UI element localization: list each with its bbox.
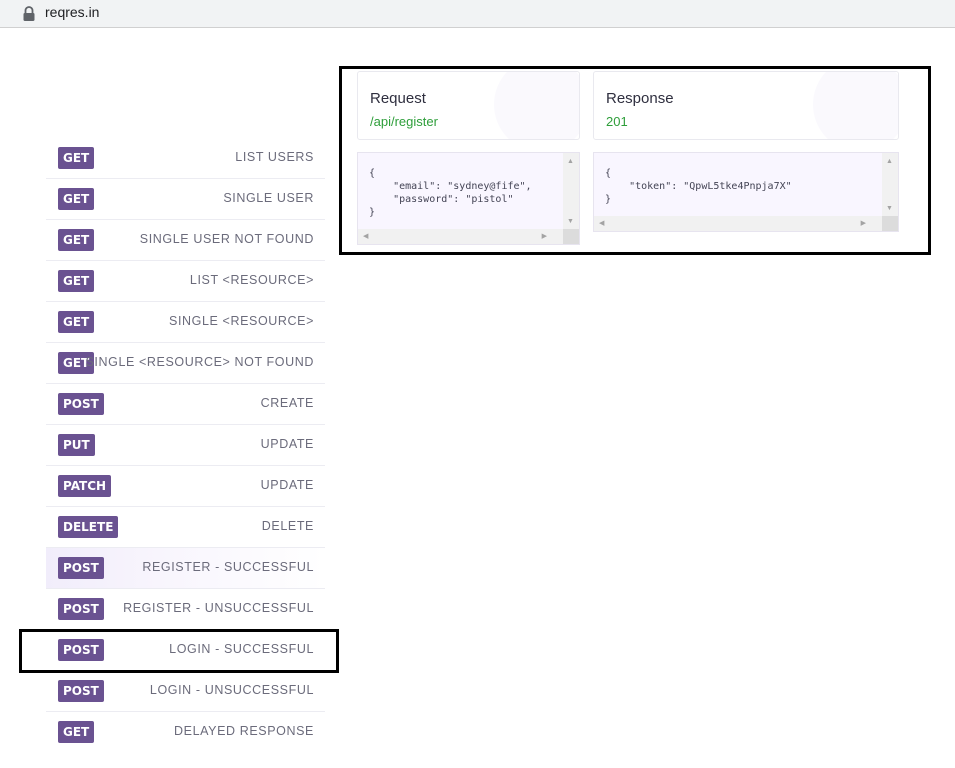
address-bar[interactable]: reqres.in [0, 0, 955, 28]
endpoint-label: REGISTER - SUCCESSFUL [142, 560, 314, 574]
endpoint-item[interactable]: PUT UPDATE [46, 425, 325, 466]
endpoint-item[interactable]: GET LIST USERS [46, 138, 325, 179]
method-badge: POST [58, 598, 104, 620]
method-badge: GET [58, 147, 95, 169]
endpoint-item-active[interactable]: POST REGISTER - SUCCESSFUL [46, 548, 325, 589]
endpoint-item[interactable]: GET SINGLE USER NOT FOUND [46, 220, 325, 261]
method-badge: PATCH [58, 475, 112, 497]
endpoint-label: SINGLE <RESOURCE> NOT FOUND [85, 355, 314, 369]
endpoint-label: LOGIN - UNSUCCESSFUL [149, 683, 314, 697]
endpoint-label: SINGLE <RESOURCE> [169, 314, 314, 328]
highlight-box [339, 66, 931, 255]
method-badge: GET [58, 721, 95, 743]
endpoint-label: REGISTER - UNSUCCESSFUL [123, 601, 314, 615]
method-badge: POST [58, 393, 104, 415]
endpoint-item[interactable]: POST REGISTER - UNSUCCESSFUL [46, 589, 325, 630]
method-badge: GET [58, 311, 95, 333]
method-badge: POST [58, 680, 104, 702]
endpoint-label: SINGLE USER [223, 191, 314, 205]
highlight-box [19, 629, 339, 673]
endpoint-item[interactable]: POST LOGIN - UNSUCCESSFUL [46, 671, 325, 712]
endpoint-item[interactable]: GET DELAYED RESPONSE [46, 712, 325, 753]
endpoint-item[interactable]: GET SINGLE USER [46, 179, 325, 220]
endpoint-item[interactable]: POST CREATE [46, 384, 325, 425]
method-badge: POST [58, 557, 104, 579]
endpoint-item[interactable]: GET SINGLE <RESOURCE> [46, 302, 325, 343]
endpoint-label: UPDATE [260, 437, 314, 451]
endpoint-item[interactable]: DELETE DELETE [46, 507, 325, 548]
method-badge: GET [58, 270, 95, 292]
endpoint-label: UPDATE [260, 478, 314, 492]
endpoint-label: DELETE [261, 519, 314, 533]
endpoint-item[interactable]: PATCH UPDATE [46, 466, 325, 507]
lock-icon [23, 6, 35, 21]
url-text[interactable]: reqres.in [45, 4, 99, 20]
endpoint-label: LIST <RESOURCE> [189, 273, 314, 287]
endpoint-label: LIST USERS [235, 150, 314, 164]
endpoint-label: CREATE [260, 396, 314, 410]
endpoint-label: DELAYED RESPONSE [174, 724, 314, 738]
method-badge: PUT [58, 434, 95, 456]
endpoint-item[interactable]: GET LIST <RESOURCE> [46, 261, 325, 302]
method-badge: DELETE [58, 516, 119, 538]
method-badge: GET [58, 229, 95, 251]
endpoint-label: SINGLE USER NOT FOUND [139, 232, 314, 246]
method-badge: GET [58, 188, 95, 210]
endpoint-item[interactable]: GET SINGLE <RESOURCE> NOT FOUND [46, 343, 325, 384]
